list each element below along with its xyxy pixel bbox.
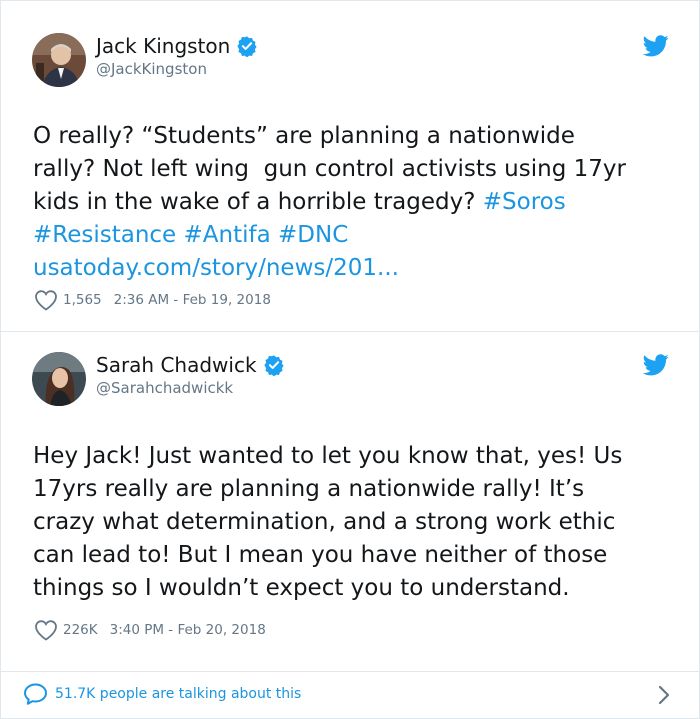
verified-badge-icon: [237, 36, 257, 57]
avatar[interactable]: [32, 352, 86, 406]
like-count[interactable]: 226K: [63, 622, 98, 638]
author-row: Sarah Chadwick: [96, 353, 285, 377]
tweet-text-line: rally? Not left wing gun control activis…: [33, 156, 626, 182]
url-link[interactable]: usatoday.com/story/news/201...: [33, 255, 399, 281]
conversation-footer[interactable]: 51.7K people are talking about this: [1, 672, 699, 718]
hashtag-link[interactable]: #Resistance: [33, 222, 176, 248]
like-count[interactable]: 1,565: [63, 292, 102, 308]
avatar[interactable]: [32, 33, 86, 87]
hashtag-link[interactable]: #Soros: [483, 189, 566, 215]
tweet-text-line: O really? “Students” are planning a nati…: [33, 123, 575, 149]
tweet-embed-card: Jack Kingston @JackKingston O really? “S…: [0, 0, 700, 719]
handle[interactable]: @Sarahchadwickk: [96, 379, 233, 397]
tweet-jack-kingston[interactable]: Jack Kingston @JackKingston O really? “S…: [1, 1, 699, 331]
tweet-meta: 226K 3:40 PM - Feb 20, 2018: [33, 618, 266, 642]
tweet-meta: 1,565 2:36 AM - Feb 19, 2018: [33, 288, 271, 312]
tweet-sarah-chadwick[interactable]: Sarah Chadwick @Sarahchadwickk Hey Jack!…: [1, 332, 699, 671]
tweet-text: O really? “Students” are planning a nati…: [33, 120, 673, 285]
timestamp-link[interactable]: 2:36 AM - Feb 19, 2018: [114, 292, 271, 308]
timestamp-link[interactable]: 3:40 PM - Feb 20, 2018: [110, 622, 266, 638]
twitter-bird-icon[interactable]: [643, 35, 669, 57]
handle[interactable]: @JackKingston: [96, 60, 207, 78]
verified-badge-icon: [263, 355, 284, 376]
hashtag-link[interactable]: #DNC: [278, 222, 348, 248]
conversation-count-link[interactable]: 51.7K people are talking about this: [55, 686, 301, 702]
display-name[interactable]: Jack Kingston: [96, 34, 230, 58]
tweet-text: Hey Jack! Just wanted to let you know th…: [33, 443, 623, 601]
author-row: Jack Kingston: [96, 34, 258, 58]
heart-icon[interactable]: [33, 288, 59, 312]
hashtag-link[interactable]: #Antifa: [184, 222, 271, 248]
tweet-text-line: kids in the wake of a horrible tragedy?: [33, 189, 483, 215]
heart-icon[interactable]: [33, 618, 59, 642]
twitter-bird-icon[interactable]: [643, 354, 669, 376]
chevron-right-icon[interactable]: [657, 684, 671, 706]
speech-bubble-icon: [24, 683, 47, 705]
display-name[interactable]: Sarah Chadwick: [96, 353, 257, 377]
